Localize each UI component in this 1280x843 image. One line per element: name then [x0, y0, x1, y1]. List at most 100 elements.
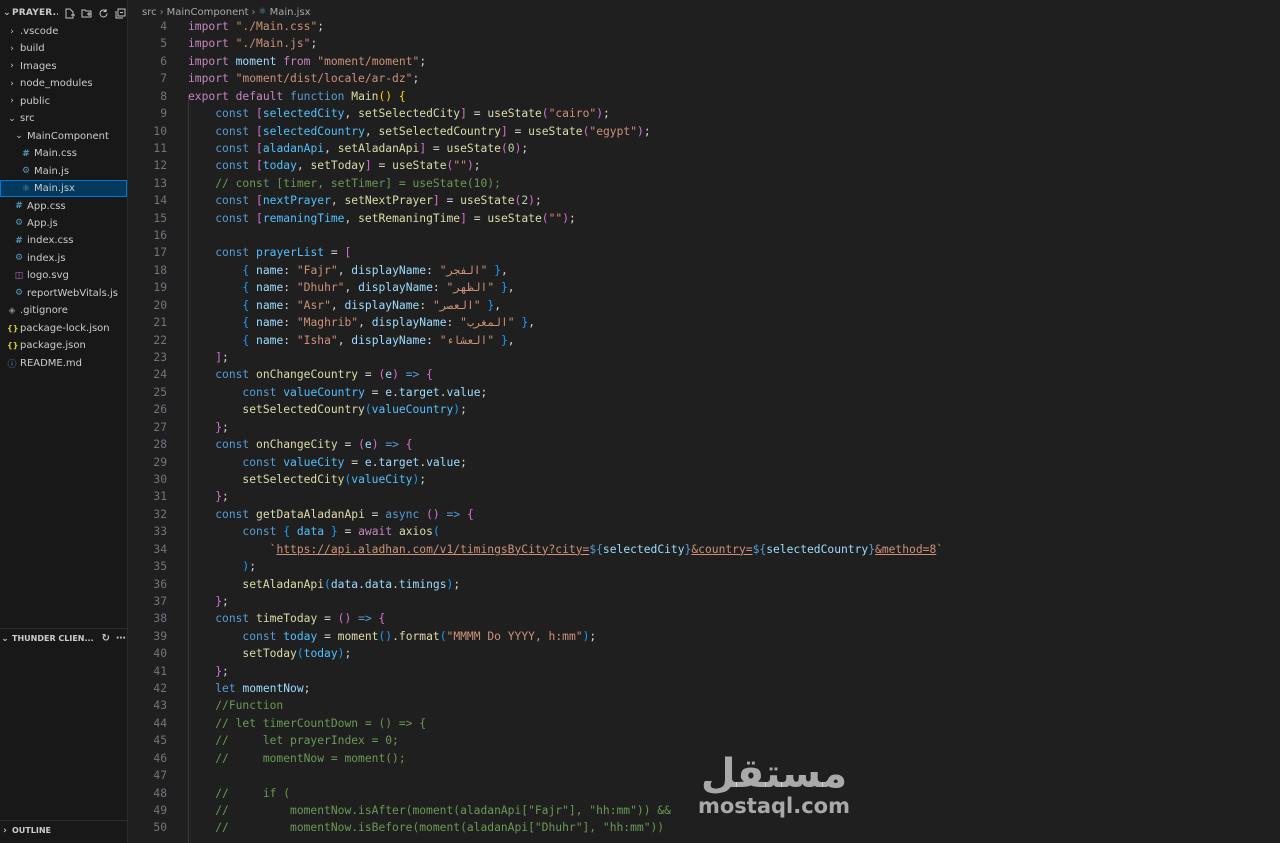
code-line[interactable]: 5 import "./Main.js";	[129, 35, 1280, 52]
code-text: { name: "Dhuhr", displayName: "الظهر" },	[242, 281, 515, 295]
tree-item-readme-md[interactable]: ⓘ README.md	[0, 355, 127, 372]
line-number: 26	[153, 403, 167, 417]
code-line[interactable]: 47	[129, 767, 1280, 784]
tree-item-index-css[interactable]: # index.css	[0, 232, 127, 249]
code-line[interactable]: 17 const prayerList = [	[129, 244, 1280, 261]
code-line[interactable]: 27 };	[129, 419, 1280, 436]
code-line[interactable]: 45 // let prayerIndex = 0;	[129, 732, 1280, 749]
collapse-icon[interactable]	[115, 8, 126, 19]
code-editor[interactable]: src › MainComponent › ⚛ Main.jsx 4 import…	[129, 0, 1280, 843]
code-line[interactable]: 25 const valueCountry = e.target.value;	[129, 384, 1280, 401]
tree-item-public[interactable]: › public	[0, 93, 127, 110]
code-line[interactable]: 31 };	[129, 488, 1280, 505]
tree-item-package-lock-json[interactable]: {} package-lock.json	[0, 320, 127, 337]
explorer-sidebar: ⌄ PRAYER... › .vscode › build › Images › node_m…	[0, 0, 128, 843]
code-line[interactable]: 44 // let timerCountDown = () => {	[129, 715, 1280, 732]
code-line[interactable]: 15 const [remaningTime, setRemaningTime]…	[129, 210, 1280, 227]
tree-item-main-js[interactable]: ⚙ Main.js	[0, 163, 127, 180]
tree-item-package-json[interactable]: {} package.json	[0, 337, 127, 354]
code-line[interactable]: 18 { name: "Fajr", displayName: "الفجر" …	[129, 262, 1280, 279]
code-line[interactable]: 42 let momentNow;	[129, 680, 1280, 697]
code-line[interactable]: 20 { name: "Asr", displayName: "العصر" }…	[129, 297, 1280, 314]
tree-item-label: package.json	[20, 340, 86, 352]
code-line[interactable]: 23 ];	[129, 349, 1280, 366]
code-line[interactable]: 24 const onChangeCountry = (e) => {	[129, 366, 1280, 383]
line-number: 48	[153, 786, 167, 800]
line-number: 44	[153, 716, 167, 730]
code-line[interactable]: 19 { name: "Dhuhr", displayName: "الظهر"…	[129, 279, 1280, 296]
code-line[interactable]: 8 export default function Main() {	[129, 88, 1280, 105]
code-line[interactable]: 40 setToday(today);	[129, 645, 1280, 662]
code-line[interactable]: 26 setSelectedCountry(valueCountry);	[129, 401, 1280, 418]
tree-item-node-modules[interactable]: › node_modules	[0, 75, 127, 92]
code-line[interactable]: 34 `https://api.aladhan.com/v1/timingsBy…	[129, 541, 1280, 558]
tree-item-images[interactable]: › Images	[0, 58, 127, 75]
code-line[interactable]: 13 // const [timer, setTimer] = useState…	[129, 175, 1280, 192]
breadcrumb-src[interactable]: src	[142, 7, 157, 18]
chevron-down-icon[interactable]: ⌄	[2, 8, 12, 18]
refresh-icon[interactable]: ↻	[102, 633, 110, 644]
code-text: let momentNow;	[215, 682, 311, 696]
svg-file-icon: ◫	[14, 270, 24, 281]
code-line[interactable]: 39 const today = moment().format("MMMM D…	[129, 628, 1280, 645]
tree-item-logo-svg[interactable]: ◫ logo.svg	[0, 267, 127, 284]
code-line[interactable]: 43 //Function	[129, 697, 1280, 714]
tree-item-index-js[interactable]: ⚙ index.js	[0, 250, 127, 267]
code-line[interactable]: 35 );	[129, 558, 1280, 575]
line-number: 25	[153, 385, 167, 399]
code-line[interactable]: 4 import "./Main.css";	[129, 18, 1280, 35]
breadcrumb-maincomponent[interactable]: MainComponent	[167, 7, 249, 18]
tree-item-main-jsx[interactable]: ⚛ Main.jsx	[0, 180, 127, 198]
code-line[interactable]: 22 { name: "Isha", displayName: "العشاء"…	[129, 332, 1280, 349]
breadcrumb-file[interactable]: Main.jsx	[270, 7, 311, 18]
code-line[interactable]: 29 const valueCity = e.target.value;	[129, 454, 1280, 471]
code-line[interactable]: 37 };	[129, 593, 1280, 610]
code-text: const valueCity = e.target.value;	[242, 455, 467, 469]
code-line[interactable]: 46 // momentNow = moment();	[129, 750, 1280, 767]
tree-item-main-css[interactable]: # Main.css	[0, 145, 127, 162]
code-line[interactable]: 21 { name: "Maghrib", displayName: "المغ…	[129, 314, 1280, 331]
code-line[interactable]: 11 const [aladanApi, setAladanApi] = use…	[129, 140, 1280, 157]
code-line[interactable]: 14 const [nextPrayer, setNextPrayer] = u…	[129, 192, 1280, 209]
refresh-icon[interactable]	[98, 8, 109, 19]
tree-item-gitignore[interactable]: ◈ .gitignore	[0, 302, 127, 319]
code-line[interactable]: 28 const onChangeCity = (e) => {	[129, 436, 1280, 453]
tree-item-vscode[interactable]: › .vscode	[0, 23, 127, 40]
tree-item-app-js[interactable]: ⚙ App.js	[0, 215, 127, 232]
code-line[interactable]: 16	[129, 227, 1280, 244]
code-line[interactable]: 41 };	[129, 663, 1280, 680]
code-line[interactable]: 12 const [today, setToday] = useState(""…	[129, 157, 1280, 174]
code-line[interactable]: 32 const getDataAladanApi = async () => …	[129, 506, 1280, 523]
code-line[interactable]: 7 import "moment/dist/locale/ar-dz";	[129, 70, 1280, 87]
tree-item-label: Main.js	[34, 165, 70, 177]
tree-item-build[interactable]: › build	[0, 40, 127, 57]
code-line[interactable]: 10 const [selectedCountry, setSelectedCo…	[129, 123, 1280, 140]
tree-item-app-css[interactable]: # App.css	[0, 198, 127, 215]
line-number: 15	[153, 211, 167, 225]
new-folder-icon[interactable]	[81, 8, 92, 19]
new-file-icon[interactable]	[64, 8, 75, 19]
code-line[interactable]: 38 const timeToday = () => {	[129, 610, 1280, 627]
line-number: 50	[153, 821, 167, 835]
code-line[interactable]: 49 // momentNow.isAfter(moment(aladanApi…	[129, 802, 1280, 819]
line-number: 8	[160, 89, 167, 103]
tree-item-label: Images	[20, 60, 57, 72]
thunder-client-section[interactable]: ⌄ THUNDER CLIEN... ↻ ⋯	[0, 628, 127, 648]
code-line[interactable]: 9 const [selectedCity, setSelectedCity] …	[129, 105, 1280, 122]
code-line[interactable]: 33 const { data } = await axios(	[129, 523, 1280, 540]
code-text: //Function	[215, 699, 284, 713]
code-text: import "./Main.js";	[188, 37, 318, 51]
outline-section[interactable]: › OUTLINE	[0, 820, 127, 840]
code-line[interactable]: 6 import moment from "moment/moment";	[129, 53, 1280, 70]
code-line[interactable]: 36 setAladanApi(data.data.timings);	[129, 576, 1280, 593]
tree-item-src[interactable]: ⌄ src	[0, 110, 127, 127]
line-number: 20	[153, 298, 167, 312]
more-actions-icon[interactable]: ⋯	[116, 633, 126, 644]
code-line[interactable]: 30 setSelectedCity(valueCity);	[129, 471, 1280, 488]
tree-item-maincomponent[interactable]: ⌄ MainComponent	[0, 128, 127, 145]
code-line[interactable]: 50 // momentNow.isBefore(moment(aladanAp…	[129, 819, 1280, 836]
code-lines[interactable]: 4 import "./Main.css"; 5 import "./Main.js"…	[129, 18, 1280, 837]
code-line[interactable]: 48 // if (	[129, 785, 1280, 802]
chevron-down-icon: ⌄	[1, 633, 9, 644]
tree-item-reportwebvitals-js[interactable]: ⚙ reportWebVitals.js	[0, 285, 127, 302]
